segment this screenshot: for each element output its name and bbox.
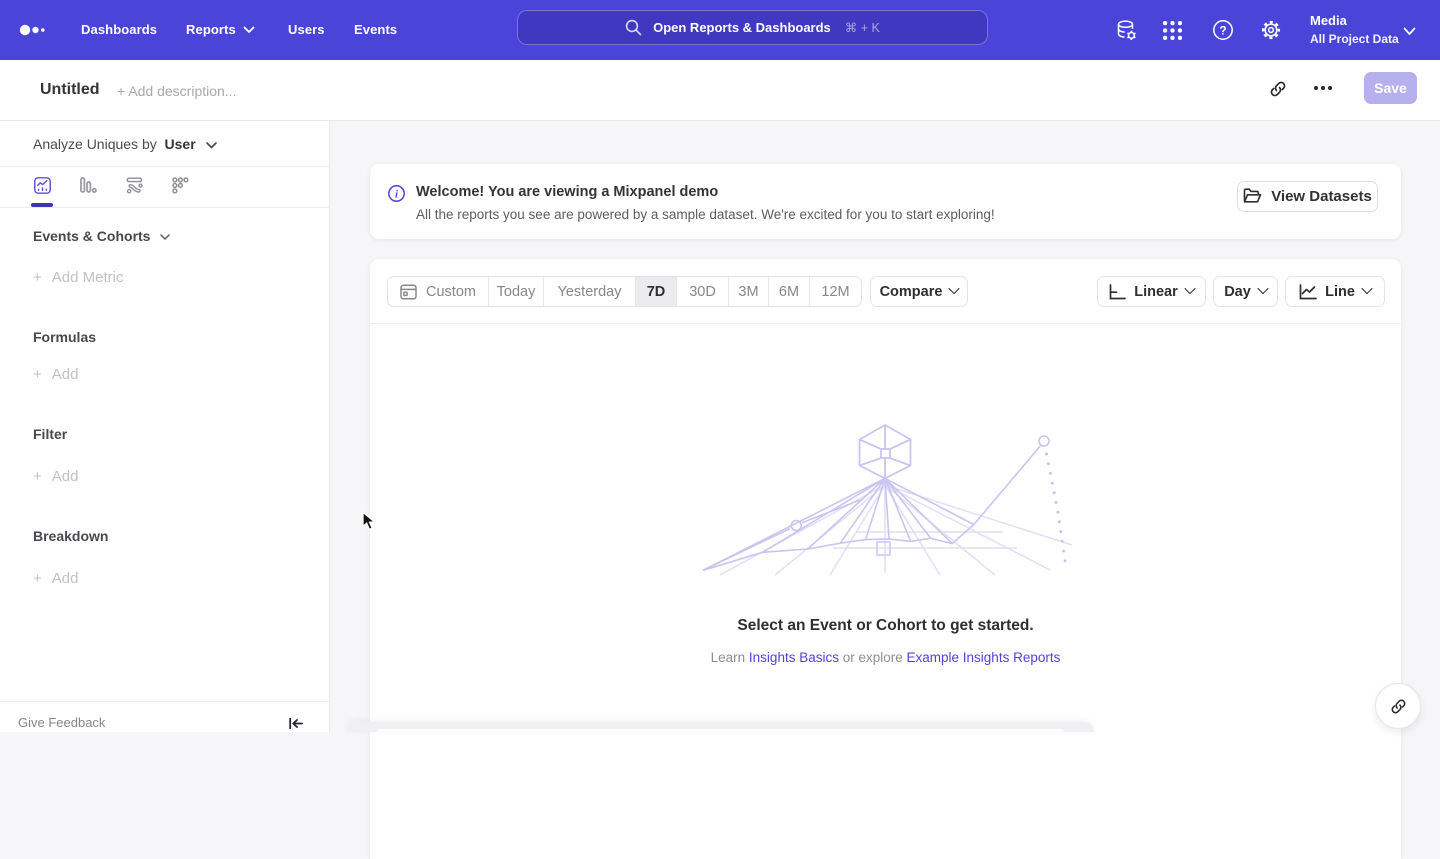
svg-text:?: ? (1219, 24, 1226, 38)
svg-text:i: i (395, 189, 399, 201)
